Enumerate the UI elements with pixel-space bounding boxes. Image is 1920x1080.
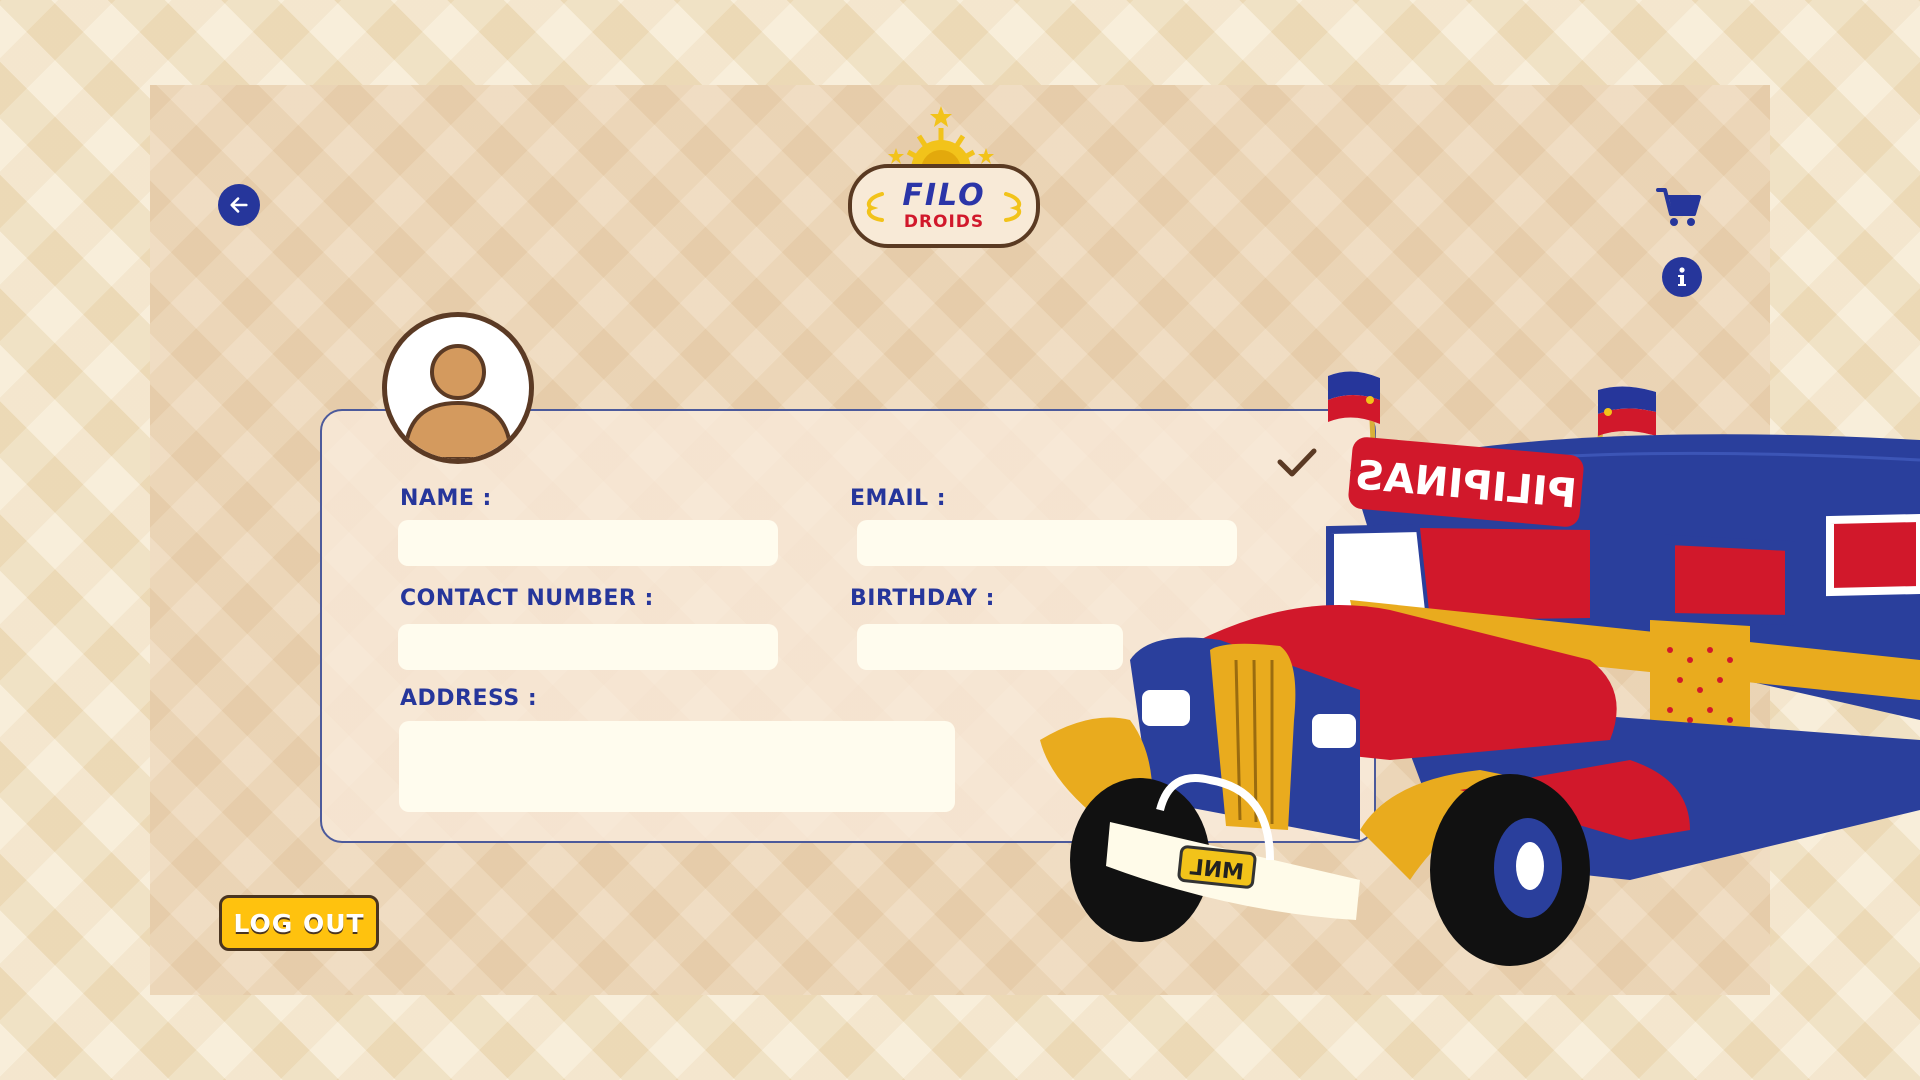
user-avatar[interactable]: [382, 312, 534, 464]
name-input[interactable]: [398, 520, 778, 566]
jeepney-illustration: PILIPINAS MNL: [1040, 371, 1920, 966]
back-button[interactable]: [218, 184, 260, 226]
user-avatar-icon: [402, 344, 514, 459]
address-input[interactable]: [399, 721, 955, 812]
name-label: NAME :: [400, 486, 492, 511]
filo-droids-logo: FILO DROIDS: [846, 104, 1076, 249]
arrow-left-icon: [230, 197, 248, 213]
logo-droids-text: DROIDS: [903, 212, 985, 232]
logo-badge: FILO DROIDS: [848, 164, 1040, 248]
email-label: EMAIL :: [850, 486, 947, 511]
logo-filo-text: FILO: [902, 178, 986, 213]
birthday-label: BIRTHDAY :: [850, 586, 995, 611]
logout-button[interactable]: LOG OUT: [219, 895, 379, 951]
info-icon: [1678, 267, 1686, 286]
info-button[interactable]: [1662, 257, 1702, 297]
contact-number-label: CONTACT NUMBER :: [400, 586, 654, 611]
cart-button[interactable]: [1656, 186, 1702, 228]
address-label: ADDRESS :: [400, 686, 538, 711]
sun-and-stars-icon: [888, 106, 994, 170]
contact-number-input[interactable]: [398, 624, 778, 670]
shopping-cart-icon: [1656, 188, 1701, 226]
